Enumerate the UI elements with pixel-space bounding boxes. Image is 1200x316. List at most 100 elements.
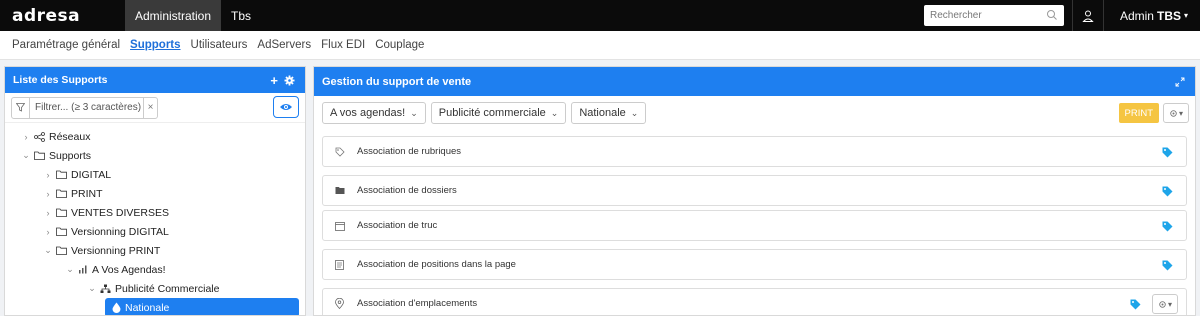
clear-filter-icon[interactable]: × xyxy=(143,97,157,118)
tree-item-print[interactable]: › PRINT xyxy=(5,184,305,203)
gear-icon[interactable] xyxy=(284,75,295,86)
tags-icon[interactable] xyxy=(1162,221,1174,232)
subnav-adservers[interactable]: AdServers xyxy=(257,39,311,51)
publicite-dropdown[interactable]: Publicité commerciale ⌄ xyxy=(430,102,567,124)
agenda-dropdown[interactable]: A vos agendas! ⌄ xyxy=(322,102,426,124)
chevron-down-icon[interactable]: ⌄ xyxy=(65,264,75,275)
sitemap-icon xyxy=(100,284,111,294)
drop-icon xyxy=(112,302,121,313)
subnav-utilisateurs[interactable]: Utilisateurs xyxy=(191,39,248,51)
nav-tbs[interactable]: Tbs xyxy=(221,0,261,31)
association-truc-row[interactable]: Association de truc xyxy=(322,210,1187,241)
bars-icon xyxy=(78,265,88,274)
tree-item-digital[interactable]: › DIGITAL xyxy=(5,165,305,184)
caret-down-icon: ▾ xyxy=(1167,299,1172,309)
sub-navigation: Paramétrage général Supports Utilisateur… xyxy=(0,31,1200,60)
panel-title: Gestion du support de vente xyxy=(322,75,472,88)
scope-dropdown[interactable]: Nationale ⌄ xyxy=(571,102,647,124)
association-label: Association de dossiers xyxy=(357,185,457,196)
folder-icon xyxy=(56,208,67,217)
chevron-down-icon: ⌄ xyxy=(630,107,639,118)
association-positions-row[interactable]: Association de positions dans la page xyxy=(322,249,1187,280)
tags-icon[interactable] xyxy=(1162,186,1174,197)
tags-icon[interactable] xyxy=(1162,260,1174,271)
panel-title: Liste des Supports xyxy=(13,74,108,86)
toggle-visibility-button[interactable] xyxy=(273,96,299,118)
chevron-down-icon[interactable]: ⌄ xyxy=(87,283,97,294)
subnav-couplage[interactable]: Couplage xyxy=(375,39,424,51)
tree-item-supports[interactable]: ⌄ Supports xyxy=(5,146,305,165)
tree-item-label: Versionning PRINT xyxy=(71,244,161,257)
support-tree: › Réseaux ⌄ Supports › DIGITAL › PRINT ›… xyxy=(5,123,305,315)
panel-header: Gestion du support de vente xyxy=(314,67,1195,96)
subnav-parametrage[interactable]: Paramétrage général xyxy=(12,39,120,51)
folder-solid-icon xyxy=(335,186,349,195)
tree-item-label: Réseaux xyxy=(49,130,91,143)
add-icon[interactable]: + xyxy=(270,73,278,88)
subnav-flux-edi[interactable]: Flux EDI xyxy=(321,39,365,51)
tree-item-label: A Vos Agendas! xyxy=(92,263,166,276)
tree-item-versionning-digital[interactable]: › Versionning DIGITAL xyxy=(5,222,305,241)
chevron-down-icon[interactable]: ⌄ xyxy=(43,245,53,256)
gear-icon xyxy=(1170,109,1177,117)
settings-dropdown-button[interactable]: ▾ xyxy=(1163,103,1189,123)
chevron-right-icon[interactable]: › xyxy=(21,132,31,142)
toolbar: A vos agendas! ⌄ Publicité commerciale ⌄ N… xyxy=(314,96,1195,130)
user-prefix: Admin xyxy=(1119,8,1154,23)
dropdown-value: A vos agendas! xyxy=(330,107,406,119)
tree-item-reseaux[interactable]: › Réseaux xyxy=(5,127,305,146)
filter-input[interactable]: Filtrer... (≥ 3 caractères) × xyxy=(11,96,158,119)
eye-icon xyxy=(280,104,292,110)
panel-header: Liste des Supports + xyxy=(5,67,305,93)
tags-icon[interactable] xyxy=(1162,147,1174,158)
tree-item-a-vos-agendas[interactable]: ⌄ A Vos Agendas! xyxy=(5,260,305,279)
tree-item-label: VENTES DIVERSES xyxy=(71,206,170,219)
chevron-down-icon: ⌄ xyxy=(410,107,418,118)
chevron-right-icon[interactable]: › xyxy=(43,227,53,237)
tree-item-label: Supports xyxy=(49,149,92,162)
tree-item-label: Nationale xyxy=(125,301,170,314)
row-settings-button[interactable]: ▾ xyxy=(1152,294,1178,314)
search-icon[interactable] xyxy=(1046,9,1058,21)
print-badge: PRINT xyxy=(1118,103,1159,123)
top-nav: Administration Tbs xyxy=(125,0,261,31)
tree-item-nationale[interactable]: Nationale xyxy=(105,298,299,315)
association-emplacements-row[interactable]: Association d'emplacements ▾ xyxy=(322,288,1187,315)
caret-down-icon: ▾ xyxy=(1178,108,1183,118)
tree-item-ventes-diverses[interactable]: › VENTES DIVERSES xyxy=(5,203,305,222)
share-icon xyxy=(34,131,45,142)
divider xyxy=(1102,0,1104,31)
subnav-supports[interactable]: Supports xyxy=(130,39,180,51)
association-dossiers-row[interactable]: Association de dossiers xyxy=(322,175,1187,206)
user-name: TBS xyxy=(1156,8,1181,23)
supports-list-panel: Liste des Supports + Filtrer... (≥ 3 car… xyxy=(4,66,306,316)
association-label: Association de positions dans la page xyxy=(357,259,516,270)
sales-support-panel: Gestion du support de vente A vos agenda… xyxy=(313,66,1196,316)
dropdown-value: Publicité commerciale xyxy=(438,107,546,119)
app-logo[interactable]: adresa xyxy=(0,6,125,26)
chevron-right-icon[interactable]: › xyxy=(43,189,53,199)
map-pin-icon xyxy=(335,298,349,309)
search-input[interactable]: Rechercher xyxy=(923,5,1064,26)
association-label: Association de rubriques xyxy=(357,146,462,157)
user-menu[interactable]: Admin TBS ▾ xyxy=(1112,9,1200,23)
chevron-down-icon: ⌄ xyxy=(550,107,559,118)
chevron-down-icon[interactable]: ⌄ xyxy=(21,150,31,161)
gear-icon xyxy=(1159,300,1166,308)
filter-placeholder: Filtrer... (≥ 3 caractères) xyxy=(35,102,142,113)
tags-icon[interactable] xyxy=(1130,299,1142,310)
nav-administration[interactable]: Administration xyxy=(125,0,222,31)
tree-item-publicite-commerciale[interactable]: ⌄ Publicité Commerciale xyxy=(5,279,305,298)
folder-icon xyxy=(34,151,45,160)
search-placeholder: Rechercher xyxy=(929,10,982,21)
expand-icon[interactable] xyxy=(1175,77,1185,87)
user-icon[interactable] xyxy=(1081,9,1095,23)
association-label: Association d'emplacements xyxy=(357,298,478,309)
calendar-icon xyxy=(335,221,349,231)
chevron-right-icon[interactable]: › xyxy=(43,170,53,180)
association-rubriques-row[interactable]: Association de rubriques xyxy=(322,136,1187,167)
chevron-right-icon[interactable]: › xyxy=(43,208,53,218)
tree-item-versionning-print[interactable]: ⌄ Versionning PRINT xyxy=(5,241,305,260)
divider xyxy=(1071,0,1073,31)
document-icon xyxy=(335,259,349,270)
